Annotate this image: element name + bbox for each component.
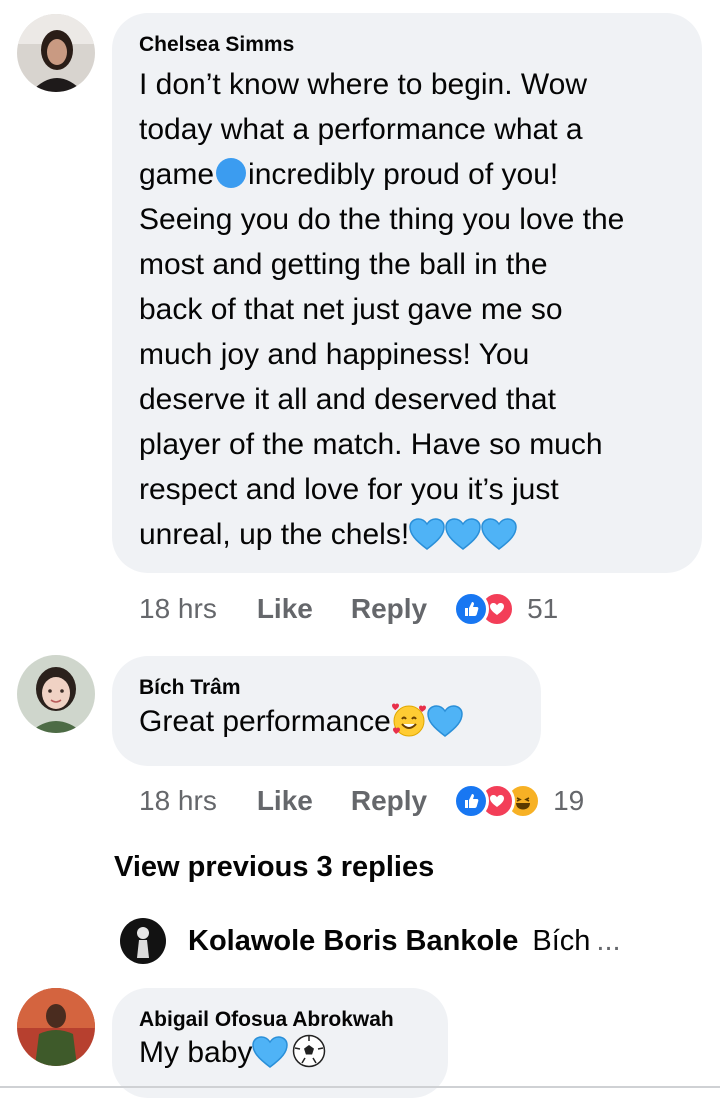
view-previous-replies-link[interactable]: View previous 3 replies	[114, 851, 434, 884]
blue-heart-emoji-icon	[427, 705, 463, 737]
bottom-divider	[0, 1086, 720, 1088]
reply-author[interactable]: Kolawole Boris Bankole	[188, 925, 518, 958]
avatar-bich-tram[interactable]	[17, 655, 95, 733]
comment-bubble-bich: Bích Trâm Great performance	[112, 656, 541, 766]
like-reaction-icon	[453, 591, 490, 627]
comment-author[interactable]: Bích Trâm	[139, 674, 515, 702]
reply-preview-text: Bích	[532, 924, 591, 957]
reaction-count: 51	[527, 593, 559, 624]
comment-timestamp[interactable]: 18 hrs	[139, 593, 217, 625]
blue-heart-emoji-icon	[481, 518, 517, 550]
comment-timestamp[interactable]: 18 hrs	[139, 785, 217, 817]
avatar-kolawole[interactable]	[120, 918, 166, 964]
comment-text: Great performance	[139, 702, 515, 741]
reaction-summary[interactable]: 51	[453, 591, 558, 627]
comment-text: My baby	[139, 1034, 422, 1072]
comment-text: I don’t know where to begin. Wow today w…	[139, 68, 625, 551]
blue-heart-emoji-icon	[409, 518, 445, 550]
comment-meta: 18 hrs Like Reply 51	[139, 589, 558, 629]
comment-author[interactable]: Chelsea Simms	[139, 31, 676, 59]
blue-heart-emoji-icon	[445, 518, 481, 550]
like-button[interactable]: Like	[257, 785, 313, 817]
comment-bubble-chelsea: Chelsea Simms I don’t know where to begi…	[112, 13, 702, 573]
like-button[interactable]: Like	[257, 593, 313, 625]
comment-meta: 18 hrs Like Reply 19	[139, 781, 584, 821]
like-reaction-icon	[453, 783, 490, 819]
soccer-ball-emoji-icon	[293, 1034, 326, 1068]
reply-ellipsis: ...	[596, 924, 621, 957]
avatar-chelsea-simms[interactable]	[17, 14, 95, 92]
blue-heart-emoji-icon	[252, 1036, 289, 1068]
comment-bubble-abigail: Abigail Ofosua Abrokwah My baby	[112, 988, 448, 1098]
reply-button[interactable]: Reply	[351, 593, 427, 625]
smiling-face-with-hearts-emoji-icon	[391, 703, 426, 737]
reaction-summary[interactable]: 19	[453, 783, 584, 819]
reaction-count: 19	[553, 785, 585, 816]
comment-author[interactable]: Abigail Ofosua Abrokwah	[139, 1006, 422, 1034]
blue-circle-emoji-icon	[216, 158, 247, 188]
latest-reply-preview[interactable]: Kolawole Boris Bankole Bích ...	[120, 918, 621, 964]
reply-button[interactable]: Reply	[351, 785, 427, 817]
avatar-abigail[interactable]	[17, 988, 95, 1066]
